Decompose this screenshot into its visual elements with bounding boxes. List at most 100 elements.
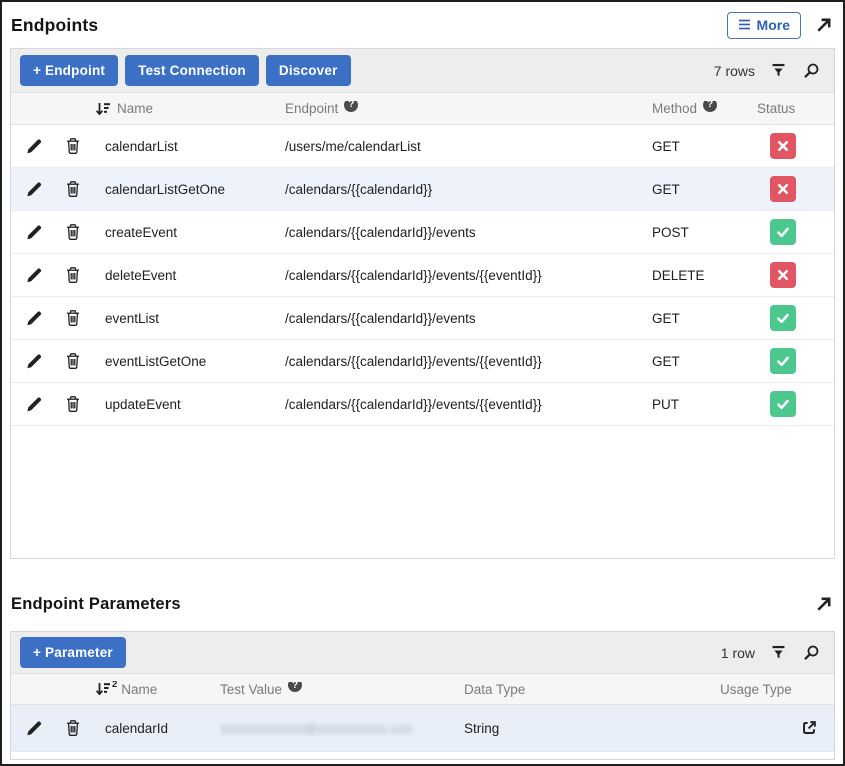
column-header-test-value[interactable]: Test Value ? bbox=[220, 682, 464, 697]
name-column-label: Name bbox=[117, 101, 153, 116]
endpoint-method: GET bbox=[629, 354, 741, 369]
column-header-status[interactable]: Status bbox=[741, 101, 834, 116]
delete-icon[interactable] bbox=[65, 309, 81, 327]
endpoint-path: /calendars/{{calendarId}}/events bbox=[271, 225, 629, 240]
endpoints-row-count: 7 rows bbox=[714, 63, 755, 79]
status-success-badge bbox=[770, 391, 796, 417]
hamburger-icon bbox=[738, 19, 751, 30]
expand-parameters-icon[interactable] bbox=[814, 595, 833, 614]
parameters-panel: + Parameter 1 row 2 Name bbox=[10, 631, 835, 760]
endpoint-name: eventListGetOne bbox=[91, 354, 271, 369]
endpoints-panel: + Endpoint Test Connection Discover 7 ro… bbox=[10, 48, 835, 559]
help-icon[interactable]: ? bbox=[344, 101, 358, 112]
parameter-name: calendarId bbox=[91, 721, 220, 736]
discover-button[interactable]: Discover bbox=[266, 55, 351, 86]
endpoint-name: deleteEvent bbox=[91, 268, 271, 283]
sort-priority-number: 2 bbox=[112, 681, 117, 690]
column-header-name[interactable]: 2 Name bbox=[91, 681, 220, 697]
help-icon[interactable]: ? bbox=[288, 682, 302, 693]
delete-icon[interactable] bbox=[65, 223, 81, 241]
endpoint-path: /calendars/{{calendarId}}/events/{{event… bbox=[271, 354, 629, 369]
endpoints-table-header: Name Endpoint ? Method ? Status bbox=[11, 93, 834, 125]
edit-icon[interactable] bbox=[25, 310, 42, 327]
edit-icon[interactable] bbox=[25, 224, 42, 241]
column-header-data-type[interactable]: Data Type bbox=[464, 682, 712, 697]
status-error-badge bbox=[770, 176, 796, 202]
endpoint-column-label: Endpoint bbox=[285, 101, 338, 116]
endpoints-window: Endpoints More + Endpoint Test Connectio… bbox=[0, 0, 845, 766]
delete-icon[interactable] bbox=[65, 266, 81, 284]
endpoint-row[interactable]: createEvent/calendars/{{calendarId}}/eve… bbox=[11, 211, 834, 254]
endpoint-row[interactable]: eventList/calendars/{{calendarId}}/event… bbox=[11, 297, 834, 340]
test-connection-button[interactable]: Test Connection bbox=[125, 55, 259, 86]
endpoint-name: createEvent bbox=[91, 225, 271, 240]
endpoint-method: POST bbox=[629, 225, 741, 240]
edit-icon[interactable] bbox=[25, 720, 42, 737]
endpoints-toolbar: + Endpoint Test Connection Discover 7 ro… bbox=[11, 49, 834, 93]
external-link-icon[interactable] bbox=[800, 719, 818, 737]
endpoints-title: Endpoints bbox=[11, 15, 98, 36]
endpoint-path: /calendars/{{calendarId}} bbox=[271, 182, 629, 197]
endpoints-table-body: calendarList/users/me/calendarListGETcal… bbox=[11, 125, 834, 426]
endpoint-row[interactable]: eventListGetOne/calendars/{{calendarId}}… bbox=[11, 340, 834, 383]
expand-endpoints-icon[interactable] bbox=[814, 16, 833, 35]
parameters-table-header: 2 Name Test Value ? Data Type Usage Type bbox=[11, 674, 834, 705]
sort-descending-icon bbox=[95, 101, 111, 117]
endpoint-method: GET bbox=[629, 139, 741, 154]
search-icon[interactable] bbox=[802, 644, 820, 662]
parameter-row[interactable]: calendarIdxxxxxxxxxxxx@xxxxxxxxxx.xxxStr… bbox=[11, 705, 834, 752]
parameters-section-header: Endpoint Parameters bbox=[2, 559, 843, 631]
more-button[interactable]: More bbox=[727, 12, 801, 39]
add-parameter-button[interactable]: + Parameter bbox=[20, 637, 126, 668]
column-header-method[interactable]: Method ? bbox=[629, 101, 741, 116]
test-value-column-label: Test Value bbox=[220, 682, 282, 697]
endpoint-name: updateEvent bbox=[91, 397, 271, 412]
endpoints-table-empty-area bbox=[11, 426, 834, 557]
edit-icon[interactable] bbox=[25, 181, 42, 198]
endpoint-path: /calendars/{{calendarId}}/events bbox=[271, 311, 629, 326]
status-column-label: Status bbox=[757, 101, 795, 116]
column-header-endpoint[interactable]: Endpoint ? bbox=[271, 101, 629, 116]
search-icon[interactable] bbox=[802, 62, 820, 80]
edit-icon[interactable] bbox=[25, 353, 42, 370]
test-value-blurred: xxxxxxxxxxxx@xxxxxxxxxx.xxx bbox=[220, 721, 413, 736]
status-success-badge bbox=[770, 348, 796, 374]
status-error-badge bbox=[770, 262, 796, 288]
edit-icon[interactable] bbox=[25, 138, 42, 155]
status-success-badge bbox=[770, 305, 796, 331]
filter-icon[interactable] bbox=[770, 62, 787, 79]
parameters-title: Endpoint Parameters bbox=[11, 595, 181, 614]
endpoints-section-header: Endpoints More bbox=[2, 2, 843, 48]
endpoint-row[interactable]: calendarListGetOne/calendars/{{calendarI… bbox=[11, 168, 834, 211]
add-endpoint-button[interactable]: + Endpoint bbox=[20, 55, 118, 86]
edit-icon[interactable] bbox=[25, 267, 42, 284]
data-type-column-label: Data Type bbox=[464, 682, 525, 697]
endpoint-path: /users/me/calendarList bbox=[271, 139, 629, 154]
delete-icon[interactable] bbox=[65, 352, 81, 370]
sort-descending-icon bbox=[95, 681, 111, 697]
endpoint-method: GET bbox=[629, 182, 741, 197]
endpoint-path: /calendars/{{calendarId}}/events/{{event… bbox=[271, 268, 629, 283]
edit-icon[interactable] bbox=[25, 396, 42, 413]
delete-icon[interactable] bbox=[65, 180, 81, 198]
parameters-toolbar: + Parameter 1 row bbox=[11, 632, 834, 674]
parameters-row-count: 1 row bbox=[721, 645, 755, 661]
endpoint-row[interactable]: calendarList/users/me/calendarListGET bbox=[11, 125, 834, 168]
endpoint-method: GET bbox=[629, 311, 741, 326]
endpoint-row[interactable]: deleteEvent/calendars/{{calendarId}}/eve… bbox=[11, 254, 834, 297]
parameters-table-body: calendarIdxxxxxxxxxxxx@xxxxxxxxxx.xxxStr… bbox=[11, 705, 834, 752]
endpoint-name: calendarList bbox=[91, 139, 271, 154]
method-column-label: Method bbox=[652, 101, 697, 116]
endpoint-name: calendarListGetOne bbox=[91, 182, 271, 197]
usage-type-column-label: Usage Type bbox=[720, 682, 792, 697]
endpoint-method: PUT bbox=[629, 397, 741, 412]
more-button-label: More bbox=[757, 16, 790, 34]
filter-icon[interactable] bbox=[770, 644, 787, 661]
delete-icon[interactable] bbox=[65, 137, 81, 155]
help-icon[interactable]: ? bbox=[703, 101, 717, 112]
column-header-usage-type[interactable]: Usage Type bbox=[712, 682, 834, 697]
delete-icon[interactable] bbox=[65, 395, 81, 413]
column-header-name[interactable]: Name bbox=[91, 101, 271, 117]
delete-icon[interactable] bbox=[65, 719, 81, 737]
endpoint-row[interactable]: updateEvent/calendars/{{calendarId}}/eve… bbox=[11, 383, 834, 426]
